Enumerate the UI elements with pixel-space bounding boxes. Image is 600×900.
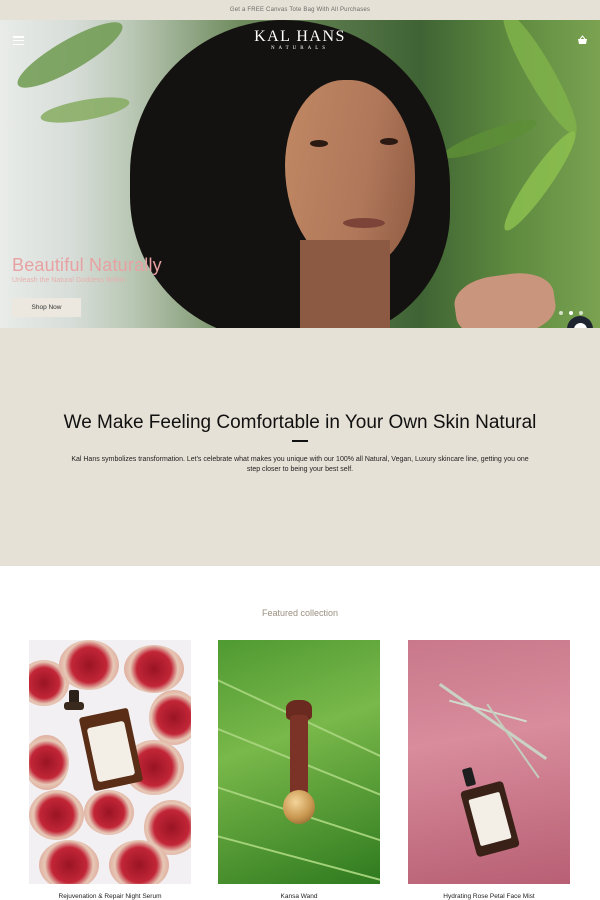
product-image — [408, 640, 570, 884]
logo-subtext: NATURALS — [270, 46, 330, 51]
product-name[interactable]: Rejuvenation & Repair Night Serum — [29, 893, 191, 900]
site-header: KAL HANS NATURALS — [0, 20, 600, 60]
leaf-decoration — [439, 113, 541, 165]
product-card-kansa-wand[interactable] — [218, 640, 380, 884]
intro-text: Kal Hans symbolizes transformation. Let'… — [71, 456, 529, 473]
slide-dot-2[interactable] — [569, 311, 573, 315]
leaf-decoration — [496, 125, 584, 237]
product-name[interactable]: Kansa Wand — [218, 893, 380, 900]
basket-icon[interactable] — [577, 35, 588, 45]
hand — [451, 268, 559, 328]
product-name[interactable]: Hydrating Rose Petal Face Mist — [408, 893, 570, 900]
intro-section: We Make Feeling Comfortable in Your Own … — [0, 328, 600, 566]
announcement-text: Get a FREE Canvas Tote Bag With All Purc… — [229, 7, 371, 13]
slide-pagination — [559, 311, 583, 315]
slide-dot-3[interactable] — [579, 311, 583, 315]
product-card-face-mist[interactable] — [408, 640, 570, 884]
neck — [300, 240, 390, 328]
announcement-bar: Get a FREE Canvas Tote Bag With All Purc… — [0, 0, 600, 20]
shop-now-button[interactable]: Shop Now — [12, 298, 81, 317]
product-image — [29, 640, 191, 884]
product-card-night-serum[interactable] — [29, 640, 191, 884]
logo[interactable]: KAL HANS NATURALS — [0, 29, 600, 53]
featured-collection-title: Featured collection — [261, 608, 339, 618]
logo-text: KAL HANS — [254, 28, 346, 45]
intro-heading: We Make Feeling Comfortable in Your Own … — [63, 412, 537, 433]
leaf-decoration — [38, 92, 132, 128]
slide-dot-1[interactable] — [559, 311, 563, 315]
heading-divider — [292, 440, 308, 442]
product-image — [218, 640, 380, 884]
hero-subtitle: Unleash the Natural Goddess Within — [12, 277, 126, 284]
lips — [343, 218, 385, 228]
eye — [380, 138, 398, 145]
eye — [310, 140, 328, 147]
hero-title: Beautiful Naturally — [12, 255, 162, 275]
